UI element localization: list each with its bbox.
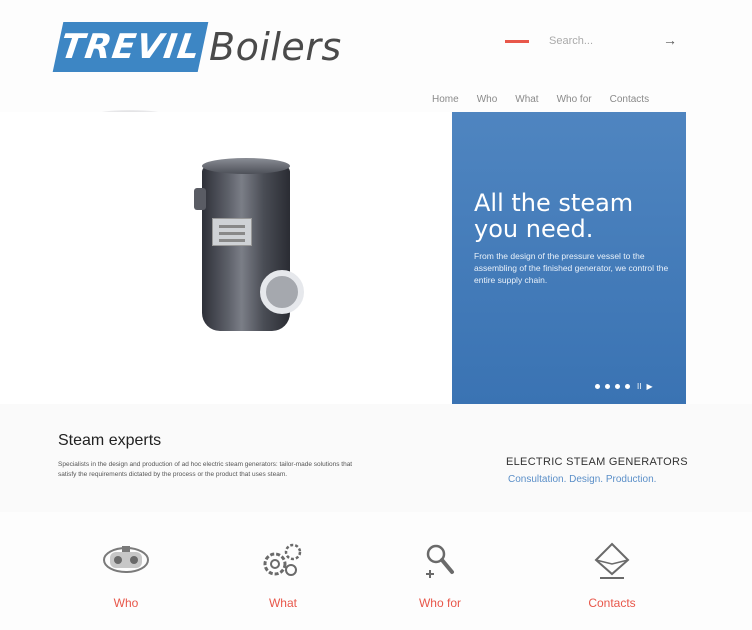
feature-contacts[interactable]: Contacts: [552, 540, 672, 610]
hero-subtext: From the design of the pressure vessel t…: [474, 251, 669, 285]
hero-panel: All the steam you need. From the design …: [452, 112, 686, 404]
hero-headline-line2: you need.: [474, 215, 594, 243]
feature-label-who: Who: [113, 596, 139, 610]
nav-item-what[interactable]: What: [515, 94, 538, 105]
feature-label-what: What: [268, 596, 297, 610]
info-title: Steam experts: [58, 432, 162, 449]
boiler-nameplate: [212, 218, 252, 246]
boiler-top: [202, 158, 290, 174]
product-tagline[interactable]: Consultation. Design. Production.: [508, 474, 656, 485]
feature-label-contacts: Contacts: [588, 596, 636, 610]
slider-dot-4[interactable]: [625, 384, 630, 389]
header: TREVIL Boilers → Home Who What Who for C…: [0, 0, 752, 110]
logo-mark: TREVIL: [52, 22, 209, 72]
logo-mark-text: TREVIL: [58, 27, 203, 67]
nav-item-contacts[interactable]: Contacts: [610, 94, 649, 105]
pause-icon[interactable]: II: [637, 382, 641, 391]
slider-dot-2[interactable]: [605, 384, 610, 389]
info-section: Steam experts Specialists in the design …: [0, 404, 752, 512]
logo-text: Boilers: [209, 25, 342, 69]
hero-headline: All the steam you need.: [474, 190, 672, 242]
feature-who[interactable]: Who: [66, 540, 186, 610]
play-icon[interactable]: ▶: [646, 382, 652, 391]
product-label: ELECTRIC STEAM GENERATORS: [506, 456, 688, 468]
boiler-icon: [103, 546, 149, 573]
search-accent-bar: [505, 40, 529, 43]
features-row: Who What Who for Contacts: [0, 540, 752, 630]
slider-dot-3[interactable]: [615, 384, 620, 389]
search-input[interactable]: [545, 35, 655, 47]
main-nav: Home Who What Who for Contacts: [432, 94, 649, 105]
slider-dot-1[interactable]: [595, 384, 600, 389]
nav-item-who[interactable]: Who: [477, 94, 498, 105]
arrow-right-icon[interactable]: →: [663, 32, 677, 48]
feature-what[interactable]: What: [223, 540, 343, 610]
gears-icon: [263, 543, 302, 576]
info-text: Specialists in the design and production…: [58, 461, 353, 478]
page: TREVIL Boilers → Home Who What Who for C…: [0, 0, 752, 630]
feature-who-for[interactable]: Who for: [380, 540, 500, 610]
slider-controls: II ▶: [595, 382, 653, 391]
boiler-pipe: [194, 188, 206, 210]
nav-item-home[interactable]: Home: [432, 94, 459, 105]
envelope-icon: [594, 542, 630, 579]
nav-item-who-for[interactable]: Who for: [557, 94, 592, 105]
boiler-product-image: [194, 158, 304, 336]
hero-headline-line1: All the steam: [474, 189, 634, 217]
magnifier-icon: [426, 544, 454, 578]
logo[interactable]: TREVIL Boilers: [52, 22, 342, 72]
boiler-flange: [260, 270, 304, 314]
feature-label-who-for: Who for: [418, 596, 461, 610]
search-box: →: [545, 28, 685, 54]
